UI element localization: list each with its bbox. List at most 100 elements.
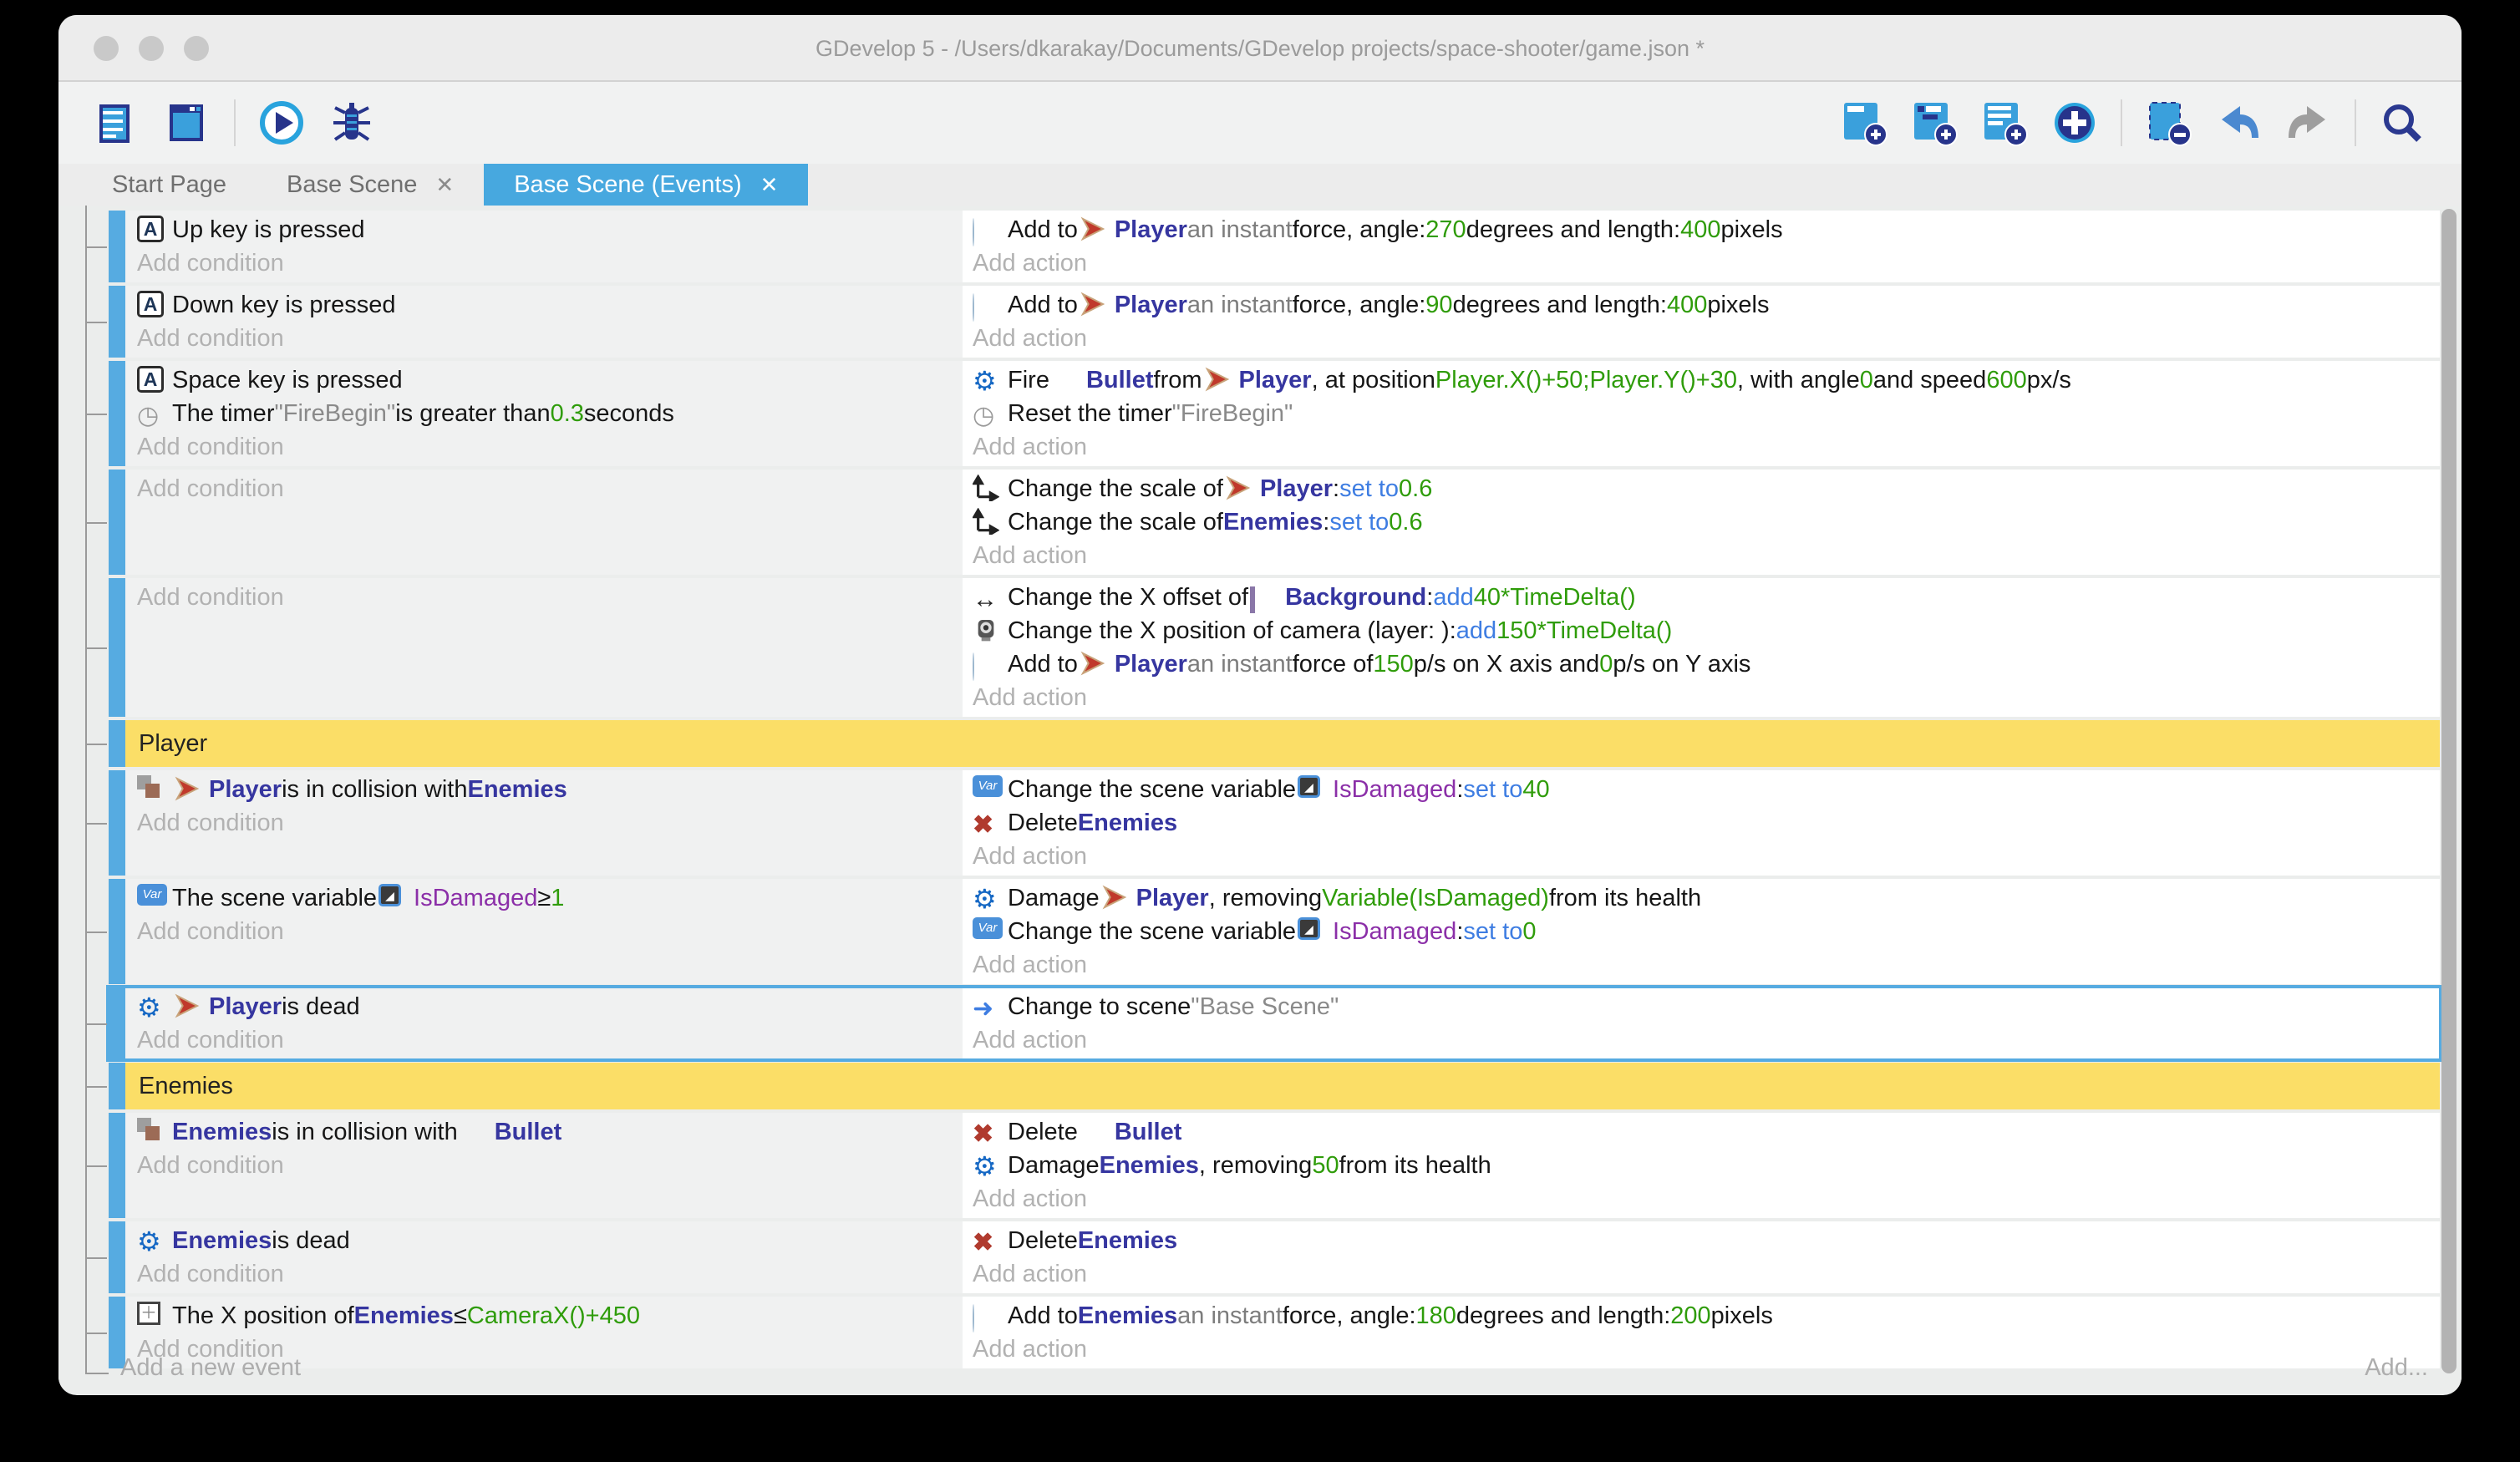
add-condition-button[interactable]: Add condition — [137, 581, 956, 614]
actions-cell[interactable]: VarChange the scene variable ◢IsDamaged:… — [963, 770, 2440, 876]
scrollbar-thumb[interactable] — [2441, 209, 2456, 1373]
tab-base-scene-events[interactable]: Base Scene (Events) ✕ — [484, 164, 808, 206]
action-line[interactable]: ➜Change to scene "Base Scene" — [973, 990, 2433, 1023]
action-line[interactable]: ◷Reset the timer "FireBegin" — [973, 397, 2433, 430]
group-row[interactable]: Enemies — [109, 1063, 2440, 1109]
add-condition-button[interactable]: Add condition — [137, 1023, 956, 1057]
condition-line[interactable]: Player is in collision with Enemies — [137, 773, 956, 806]
close-window-button[interactable] — [94, 36, 119, 61]
group-label[interactable]: Enemies — [125, 1063, 2440, 1109]
zoom-window-button[interactable] — [184, 36, 209, 61]
conditions-cell[interactable]: ⚙Enemies is deadAdd condition — [125, 1221, 963, 1293]
actions-cell[interactable]: ➜Change to scene "Base Scene"Add action — [963, 987, 2440, 1059]
action-line[interactable]: Add to Player an instant force, angle: 9… — [973, 288, 2433, 322]
event-row[interactable]: VarThe scene variable ◢IsDamaged ≥ 1Add … — [109, 879, 2440, 984]
action-line[interactable]: Change the X position of camera (layer: … — [973, 614, 2433, 647]
add-condition-button[interactable]: Add condition — [137, 806, 956, 840]
actions-cell[interactable]: ⚙Fire Bullet from Player, at position Pl… — [963, 361, 2440, 466]
add-condition-button[interactable]: Add condition — [137, 430, 956, 464]
play-icon[interactable] — [257, 99, 306, 147]
action-line[interactable]: ✖Delete Bullet — [973, 1115, 2433, 1149]
conditions-cell[interactable]: ⚙Player is deadAdd condition — [125, 987, 963, 1059]
conditions-cell[interactable]: Player is in collision with EnemiesAdd c… — [125, 770, 963, 876]
tab-start-page[interactable]: Start Page — [82, 164, 257, 206]
event-row[interactable]: ASpace key is pressed◷The timer "FireBeg… — [109, 361, 2440, 466]
condition-line[interactable]: ◷The timer "FireBegin" is greater than 0… — [137, 397, 956, 430]
event-row[interactable]: Add condition Change the scale of Player… — [109, 470, 2440, 575]
add-condition-button[interactable]: Add condition — [137, 915, 956, 948]
condition-line[interactable]: ASpace key is pressed — [137, 363, 956, 397]
remove-event-icon[interactable] — [2144, 99, 2192, 147]
redo-icon[interactable] — [2284, 99, 2333, 147]
add-condition-button[interactable]: Add condition — [137, 246, 956, 280]
conditions-cell[interactable]: ADown key is pressedAdd condition — [125, 286, 963, 358]
conditions-cell[interactable]: AUp key is pressedAdd condition — [125, 211, 963, 282]
close-tab-icon[interactable]: ✕ — [435, 172, 454, 198]
event-row[interactable]: Enemies is in collision with BulletAdd c… — [109, 1113, 2440, 1218]
scene-editor-icon[interactable] — [164, 99, 212, 147]
event-row[interactable]: Add condition ↔Change the X offset of Ba… — [109, 578, 2440, 717]
action-line[interactable]: ⚙Damage Enemies, removing 50 from its he… — [973, 1149, 2433, 1182]
conditions-cell[interactable]: Add condition — [125, 470, 963, 575]
event-row[interactable]: Player is in collision with EnemiesAdd c… — [109, 770, 2440, 876]
add-circle-icon[interactable] — [2050, 99, 2099, 147]
conditions-cell[interactable]: Enemies is in collision with BulletAdd c… — [125, 1113, 963, 1218]
action-line[interactable]: ⚙Fire Bullet from Player, at position Pl… — [973, 363, 2433, 397]
condition-line[interactable]: Enemies is in collision with Bullet — [137, 1115, 956, 1149]
condition-line[interactable]: ADown key is pressed — [137, 288, 956, 322]
add-action-button[interactable]: Add action — [973, 948, 2433, 982]
group-row[interactable]: Player — [109, 720, 2440, 767]
conditions-cell[interactable]: ASpace key is pressed◷The timer "FireBeg… — [125, 361, 963, 466]
group-label[interactable]: Player — [125, 720, 2440, 767]
actions-cell[interactable]: ✖Delete EnemiesAdd action — [963, 1221, 2440, 1293]
add-action-button[interactable]: Add action — [973, 681, 2433, 714]
minimize-window-button[interactable] — [139, 36, 164, 61]
add-action-button[interactable]: Add action — [973, 1023, 2433, 1057]
actions-cell[interactable]: ✖Delete Bullet⚙Damage Enemies, removing … — [963, 1113, 2440, 1218]
add-action-button[interactable]: Add action — [973, 246, 2433, 280]
add-comment-icon[interactable] — [1980, 99, 2029, 147]
actions-cell[interactable]: ⚙Damage Player, removing Variable(IsDama… — [963, 879, 2440, 984]
action-line[interactable]: ⚙Damage Player, removing Variable(IsDama… — [973, 881, 2433, 915]
actions-cell[interactable]: Add to Player an instant force, angle: 9… — [963, 286, 2440, 358]
conditions-cell[interactable]: Add condition — [125, 578, 963, 717]
action-line[interactable]: Add to Player an instant force of 150 p/… — [973, 647, 2433, 681]
add-event-icon[interactable] — [1840, 99, 1888, 147]
action-line[interactable]: ↔Change the X offset of Background: add … — [973, 581, 2433, 614]
search-icon[interactable] — [2378, 99, 2426, 147]
tab-base-scene[interactable]: Base Scene ✕ — [257, 164, 484, 206]
add-more-button[interactable]: Add... — [2365, 1354, 2428, 1382]
event-row[interactable]: AUp key is pressedAdd condition Add to P… — [109, 211, 2440, 282]
action-line[interactable]: VarChange the scene variable ◢IsDamaged:… — [973, 915, 2433, 948]
undo-icon[interactable] — [2214, 99, 2263, 147]
add-condition-button[interactable]: Add condition — [137, 1149, 956, 1182]
add-action-button[interactable]: Add action — [973, 322, 2433, 355]
action-line[interactable]: Change the scale of Enemies: set to 0.6 — [973, 505, 2433, 539]
condition-line[interactable]: VarThe scene variable ◢IsDamaged ≥ 1 — [137, 881, 956, 915]
conditions-cell[interactable]: VarThe scene variable ◢IsDamaged ≥ 1Add … — [125, 879, 963, 984]
add-action-button[interactable]: Add action — [973, 1182, 2433, 1216]
project-manager-icon[interactable] — [94, 99, 142, 147]
condition-line[interactable]: ⚙Enemies is dead — [137, 1224, 956, 1257]
add-action-button[interactable]: Add action — [973, 1257, 2433, 1291]
add-action-button[interactable]: Add action — [973, 840, 2433, 873]
add-subevent-icon[interactable] — [1910, 99, 1959, 147]
event-row[interactable]: ADown key is pressedAdd condition Add to… — [109, 286, 2440, 358]
scrollbar[interactable] — [2441, 209, 2458, 1385]
add-condition-button[interactable]: Add condition — [137, 322, 956, 355]
actions-cell[interactable]: ↔Change the X offset of Background: add … — [963, 578, 2440, 717]
actions-cell[interactable]: Change the scale of Player: set to 0.6Ch… — [963, 470, 2440, 575]
action-line[interactable]: Add to Enemies an instant force, angle: … — [973, 1299, 2433, 1333]
action-line[interactable]: Change the scale of Player: set to 0.6 — [973, 472, 2433, 505]
condition-line[interactable]: ⚙Player is dead — [137, 990, 956, 1023]
add-condition-button[interactable]: Add condition — [137, 1257, 956, 1291]
condition-line[interactable]: AUp key is pressed — [137, 213, 956, 246]
close-tab-icon[interactable]: ✕ — [760, 172, 779, 198]
actions-cell[interactable]: Add to Player an instant force, angle: 2… — [963, 211, 2440, 282]
add-action-button[interactable]: Add action — [973, 430, 2433, 464]
action-line[interactable]: Add to Player an instant force, angle: 2… — [973, 213, 2433, 246]
action-line[interactable]: ✖Delete Enemies — [973, 806, 2433, 840]
add-action-button[interactable]: Add action — [973, 539, 2433, 572]
event-row[interactable]: ⚙Player is deadAdd condition ➜Change to … — [109, 987, 2440, 1059]
action-line[interactable]: ✖Delete Enemies — [973, 1224, 2433, 1257]
